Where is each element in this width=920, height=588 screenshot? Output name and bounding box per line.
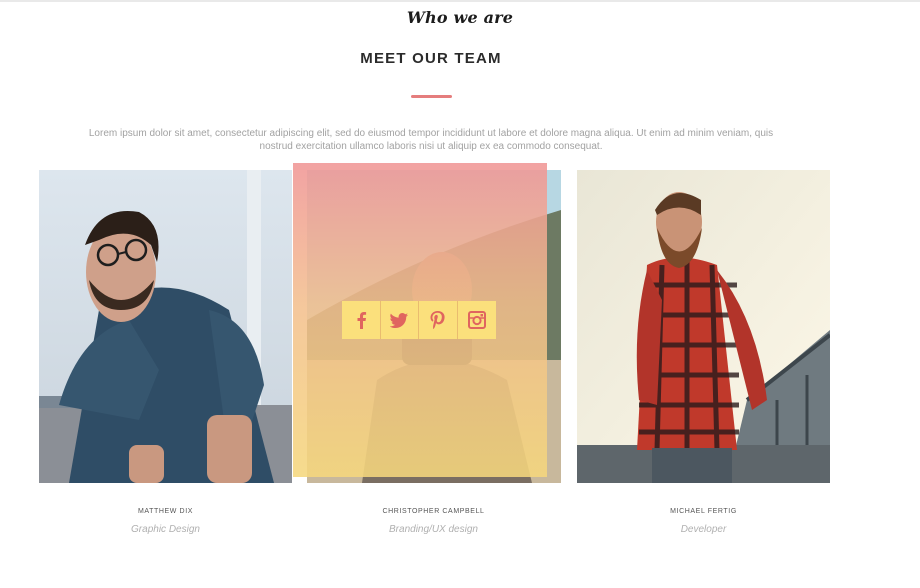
member-name: CHRISTOPHER CAMPBELL: [382, 508, 485, 515]
pinterest-icon: [430, 311, 445, 329]
top-divider: [0, 0, 920, 2]
section-title: MEET OUR TEAM: [360, 50, 502, 67]
facebook-icon: [357, 312, 366, 329]
portrait-matthew: [39, 170, 292, 483]
instagram-icon: [467, 311, 486, 329]
member-name: MICHAEL FERTIG: [670, 508, 737, 515]
member-name: MATTHEW DIX: [137, 508, 194, 515]
instagram-button[interactable]: [457, 301, 496, 339]
title-underline: [411, 95, 452, 98]
portrait-michael: [577, 170, 830, 483]
team-photo-matthew[interactable]: [39, 170, 292, 483]
social-links: [342, 301, 496, 339]
member-role: Branding/UX design: [389, 524, 478, 535]
team-photo-michael[interactable]: [577, 170, 830, 483]
section-eyebrow: Who we are: [406, 8, 514, 27]
twitter-icon: [390, 312, 409, 328]
pinterest-button[interactable]: [419, 301, 458, 339]
facebook-button[interactable]: [342, 301, 381, 339]
member-role: Developer: [680, 524, 727, 535]
member-role: Graphic Design: [131, 524, 200, 535]
section-intro: Lorem ipsum dolor sit amet, consectetur …: [88, 128, 774, 152]
twitter-button[interactable]: [380, 301, 419, 339]
